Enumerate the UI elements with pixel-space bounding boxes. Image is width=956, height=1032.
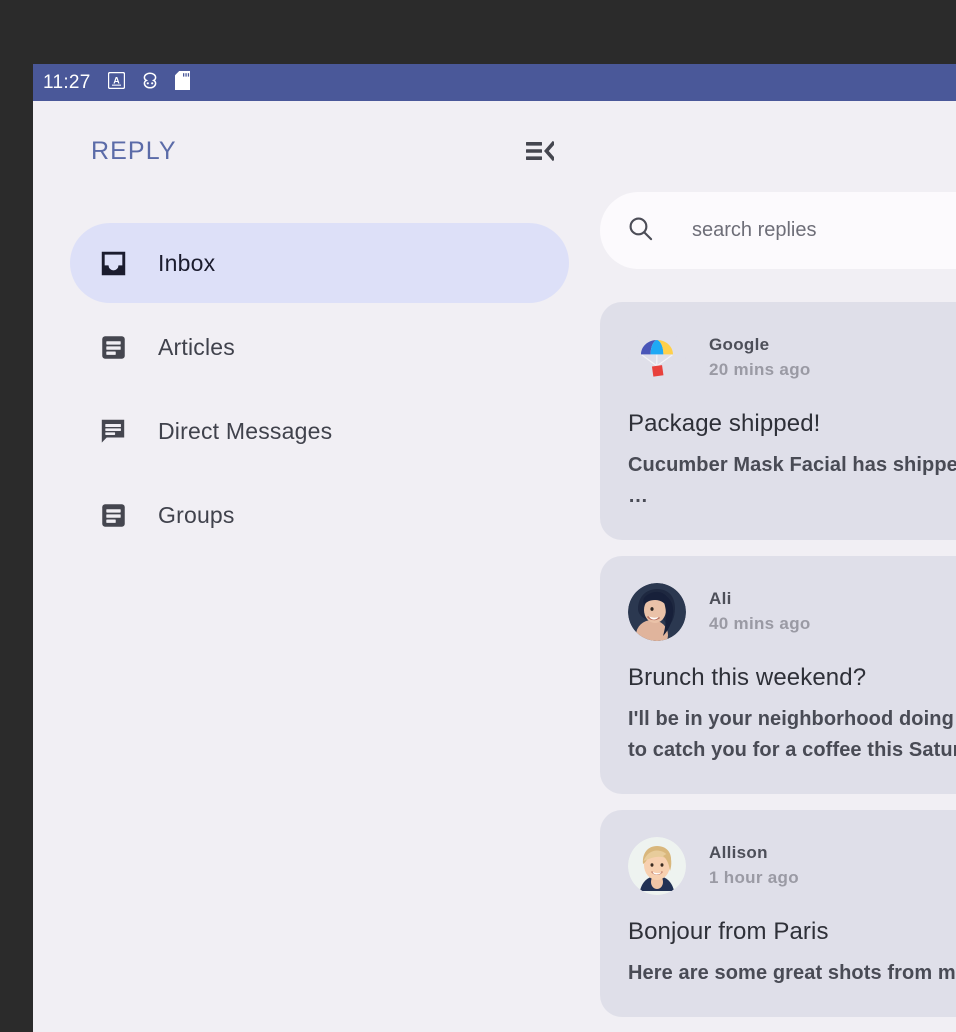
email-card[interactable]: Ali 40 mins ago Brunch this weekend? I'l… [600,556,956,794]
sidebar-item-label: Direct Messages [158,418,332,445]
app-content: REPLY [33,101,956,1032]
timestamp: 20 mins ago [709,358,811,383]
article-icon [98,332,128,362]
avatar [628,583,686,641]
timestamp: 1 hour ago [709,866,799,891]
navigation-drawer: REPLY [33,101,600,1032]
status-bar-icons: A [108,71,190,95]
search-icon [627,215,654,247]
email-subject: Bonjour from Paris [628,918,956,946]
drawer-header: REPLY [33,101,600,201]
screen-root: 11:27 A [0,0,956,1032]
sd-card-icon [175,71,190,95]
sidebar-item-label: Groups [158,502,235,529]
avatar [628,329,686,387]
search-input[interactable]: search replies [600,192,956,269]
sidebar-item-label: Inbox [158,250,215,277]
chat-bubble-icon [98,416,128,446]
email-preview: I'll be in your neighborhood doing erran… [628,704,956,766]
sidebar-item-direct-messages[interactable]: Direct Messages [70,391,569,471]
card-header: Google 20 mins ago [628,329,956,387]
email-subject: Brunch this weekend? [628,664,956,692]
email-preview: Cucumber Mask Facial has shipped. … [628,450,956,512]
android-debug-icon [141,71,159,95]
sidebar-item-inbox[interactable]: Inbox [70,223,569,303]
card-spacer [628,766,956,794]
sender-name: Ali [709,587,811,612]
email-preview: Here are some great shots from my trip..… [628,958,956,989]
alphabet-mode-icon: A [108,72,125,94]
menu-open-icon[interactable] [520,131,560,171]
article-icon [98,500,128,530]
card-spacer [628,512,956,540]
card-spacer [628,989,956,1017]
inbox-icon [98,248,128,278]
email-card[interactable]: Google 20 mins ago Package shipped! Cucu… [600,302,956,540]
email-card-list: Google 20 mins ago Package shipped! Cucu… [600,302,956,1032]
svg-text:A: A [113,75,120,85]
nav-list: Inbox Articles [33,223,600,555]
email-list-pane: search replies [600,101,956,1032]
status-bar: 11:27 A [33,64,956,101]
card-header: Allison 1 hour ago [628,837,956,895]
status-bar-clock: 11:27 [43,72,91,94]
app-title: REPLY [91,137,520,166]
search-placeholder: search replies [692,219,817,242]
card-meta: Allison 1 hour ago [709,841,799,890]
email-card[interactable]: Allison 1 hour ago Bonjour from Paris He… [600,810,956,1017]
device-viewport: 11:27 A [33,64,956,1032]
sender-name: Allison [709,841,799,866]
avatar [628,837,686,895]
card-meta: Google 20 mins ago [709,333,811,382]
timestamp: 40 mins ago [709,612,811,637]
sidebar-item-articles[interactable]: Articles [70,307,569,387]
email-subject: Package shipped! [628,410,956,438]
card-meta: Ali 40 mins ago [709,587,811,636]
sidebar-item-label: Articles [158,334,235,361]
sender-name: Google [709,333,811,358]
card-header: Ali 40 mins ago [628,583,956,641]
sidebar-item-groups[interactable]: Groups [70,475,569,555]
